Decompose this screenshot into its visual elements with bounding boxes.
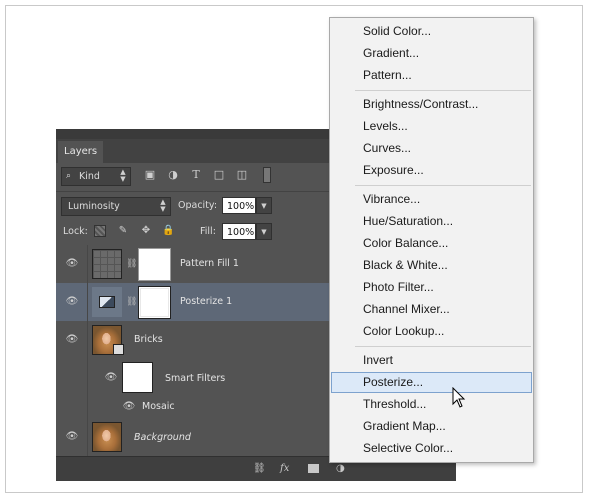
filter-mask-thumbnail[interactable]: [122, 362, 153, 393]
menu-item-curves[interactable]: Curves...: [331, 138, 532, 159]
mouse-pointer-icon: [452, 387, 466, 408]
shape-layer-filter-icon[interactable]: □: [213, 169, 225, 181]
eye-column-divider: [87, 283, 88, 321]
layer-name[interactable]: Background: [134, 432, 191, 444]
blend-mode-value: Luminosity: [68, 201, 120, 212]
menu-item-color-balance[interactable]: Color Balance...: [331, 233, 532, 254]
posterize-adjustment-icon[interactable]: [92, 287, 122, 317]
pattern-fill-thumbnail[interactable]: [92, 249, 122, 279]
eye-column-divider: [87, 245, 88, 283]
background-photo-thumbnail[interactable]: [92, 422, 122, 452]
fill-input[interactable]: 100%: [222, 223, 256, 240]
lock-transparent-pixels-icon[interactable]: [94, 225, 106, 237]
menu-item-channel-mixer[interactable]: Channel Mixer...: [331, 299, 532, 320]
menu-item-threshold[interactable]: Threshold...: [331, 394, 532, 415]
eye-column-divider: [87, 417, 88, 457]
filter-toggle-switch[interactable]: [263, 167, 271, 183]
chain-link-icon[interactable]: ⛓: [126, 258, 137, 270]
visibility-eye-icon[interactable]: 👁: [122, 402, 136, 412]
menu-item-exposure[interactable]: Exposure...: [331, 160, 532, 181]
search-icon: ⌕: [66, 171, 72, 181]
updown-arrows-icon: ▲ ▼: [160, 198, 166, 213]
fill-label: Fill:: [200, 226, 216, 237]
visibility-eye-icon[interactable]: 👁: [65, 259, 79, 269]
menu-item-gradient-map[interactable]: Gradient Map...: [331, 416, 532, 437]
updown-arrows-icon: ▲ ▼: [120, 168, 126, 183]
lock-all-padlock-icon[interactable]: 🔒: [162, 225, 174, 237]
menu-item-gradient[interactable]: Gradient...: [331, 43, 532, 64]
lock-image-pixels-brush-icon[interactable]: ✎: [117, 225, 129, 237]
add-mask-icon[interactable]: [308, 464, 319, 473]
eye-column-divider: [87, 397, 88, 417]
kind-filter-select[interactable]: ⌕ Kind ▲ ▼: [61, 167, 131, 186]
opacity-input[interactable]: 100%: [222, 197, 256, 214]
type-layer-filter-icon[interactable]: T: [190, 169, 202, 181]
menu-item-color-lookup[interactable]: Color Lookup...: [331, 321, 532, 342]
visibility-eye-icon[interactable]: 👁: [65, 297, 79, 307]
layer-name[interactable]: Bricks: [134, 334, 163, 346]
eye-column-divider: [87, 321, 88, 359]
menu-item-pattern[interactable]: Pattern...: [331, 65, 532, 86]
link-layers-icon[interactable]: ⛓: [253, 463, 266, 475]
menu-item-posterize[interactable]: Posterize...: [331, 372, 532, 393]
menu-item-brightness-contrast[interactable]: Brightness/Contrast...: [331, 94, 532, 115]
visibility-eye-icon[interactable]: 👁: [104, 373, 118, 383]
menu-item-invert[interactable]: Invert: [331, 350, 532, 371]
smart-object-badge-icon: [113, 344, 124, 355]
layer-style-fx-icon[interactable]: fx: [280, 463, 289, 475]
menu-separator: [355, 185, 531, 186]
smart-object-filter-icon[interactable]: ◫: [236, 169, 248, 181]
layer-name[interactable]: Pattern Fill 1: [180, 258, 239, 270]
menu-item-vibrance[interactable]: Vibrance...: [331, 189, 532, 210]
fill-dropdown-button[interactable]: ▼: [256, 223, 272, 240]
opacity-dropdown-button[interactable]: ▼: [256, 197, 272, 214]
adjustment-layer-filter-icon[interactable]: ◑: [167, 169, 179, 181]
visibility-eye-icon[interactable]: 👁: [65, 432, 79, 442]
adjustment-layer-icon[interactable]: ◑: [336, 463, 345, 475]
lock-position-move-icon[interactable]: ✥: [140, 225, 152, 237]
layer-mask-thumbnail[interactable]: [138, 286, 171, 319]
menu-item-selective-color[interactable]: Selective Color...: [331, 438, 532, 459]
menu-item-photo-filter[interactable]: Photo Filter...: [331, 277, 532, 298]
visibility-eye-icon[interactable]: 👁: [65, 335, 79, 345]
pixel-layer-filter-icon[interactable]: ▣: [144, 169, 156, 181]
tab-layers[interactable]: Layers: [58, 141, 104, 163]
layer-mask-thumbnail[interactable]: [138, 248, 171, 281]
menu-item-black-white[interactable]: Black & White...: [331, 255, 532, 276]
menu-separator: [355, 346, 531, 347]
opacity-label: Opacity:: [178, 200, 218, 211]
eye-column-divider: [87, 359, 88, 397]
layer-name[interactable]: Posterize 1: [180, 296, 232, 308]
kind-filter-value: Kind: [79, 171, 100, 182]
menu-item-levels[interactable]: Levels...: [331, 116, 532, 137]
menu-separator: [355, 90, 531, 91]
menu-item-hue-saturation[interactable]: Hue/Saturation...: [331, 211, 532, 232]
menu-item-solid-color[interactable]: Solid Color...: [331, 21, 532, 42]
filter-name[interactable]: Mosaic: [142, 401, 175, 413]
chain-link-icon[interactable]: ⛓: [126, 296, 137, 308]
lock-label: Lock:: [63, 226, 88, 237]
adjustment-layer-menu: Solid Color... Gradient... Pattern... Br…: [329, 17, 534, 463]
layer-name[interactable]: Smart Filters: [165, 373, 225, 385]
blend-mode-select[interactable]: Luminosity ▲ ▼: [61, 197, 171, 216]
